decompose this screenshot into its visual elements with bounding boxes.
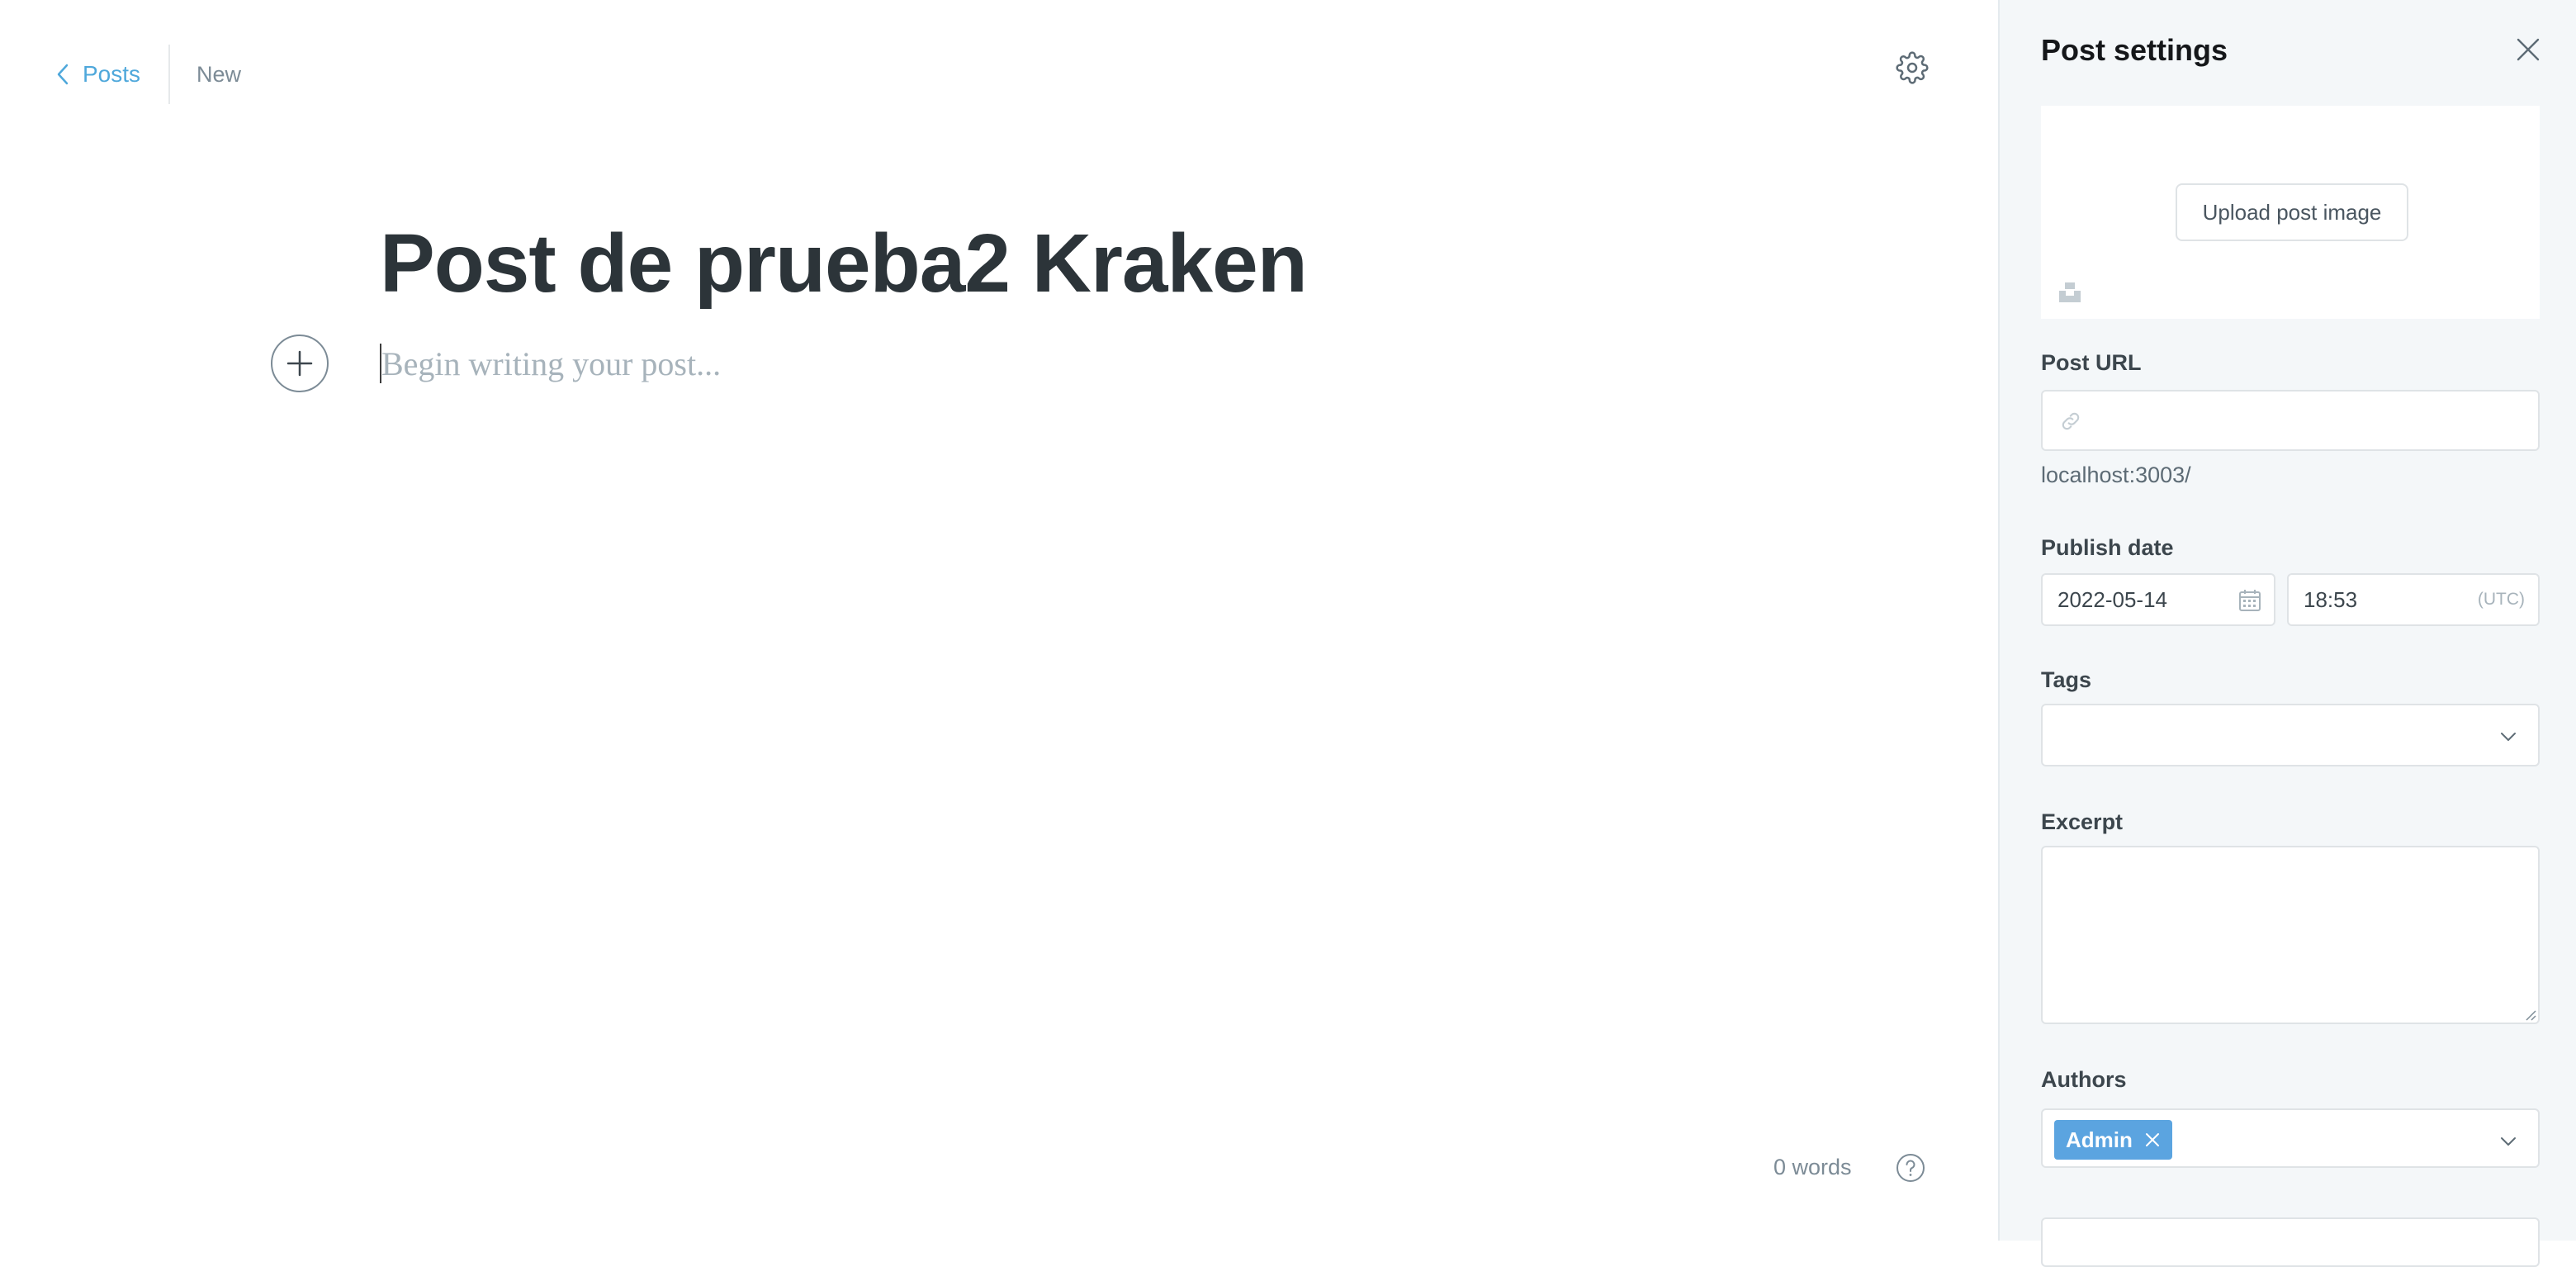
publish-date-value: 2022-05-14 bbox=[2057, 587, 2167, 612]
unsplash-icon[interactable] bbox=[2057, 279, 2082, 304]
help-icon bbox=[1896, 1153, 1925, 1183]
link-icon bbox=[2059, 410, 2082, 433]
resize-handle-icon[interactable] bbox=[2523, 1008, 2536, 1021]
post-body-editor[interactable]: Begin writing your post... bbox=[380, 340, 721, 387]
next-settings-field[interactable] bbox=[2041, 1217, 2540, 1267]
back-to-posts-link[interactable]: Posts bbox=[54, 61, 140, 88]
upload-post-image-button[interactable]: Upload post image bbox=[2176, 183, 2408, 241]
chevron-left-icon bbox=[54, 64, 73, 85]
author-token[interactable]: Admin bbox=[2054, 1120, 2172, 1160]
post-title-input[interactable]: Post de prueba2 Kraken bbox=[380, 216, 1308, 311]
add-card-button[interactable] bbox=[271, 335, 329, 392]
body-placeholder: Begin writing your post... bbox=[381, 344, 722, 382]
post-url-preview: localhost:3003/ bbox=[2041, 463, 2191, 487]
word-count: 0 words bbox=[1773, 1155, 1852, 1179]
authors-label: Authors bbox=[2041, 1067, 2127, 1092]
publish-date-label: Publish date bbox=[2041, 535, 2174, 560]
close-icon bbox=[2515, 36, 2541, 63]
publish-date-field[interactable]: 2022-05-14 bbox=[2041, 573, 2275, 626]
help-button[interactable] bbox=[1896, 1153, 1925, 1183]
plus-icon bbox=[286, 349, 314, 377]
post-status: New bbox=[197, 61, 242, 87]
post-image-uploader: Upload post image bbox=[2041, 106, 2540, 319]
publish-time-field[interactable]: 18:53 (UTC) bbox=[2287, 573, 2540, 626]
panel-title: Post settings bbox=[2041, 33, 2228, 67]
close-settings-button[interactable] bbox=[2515, 36, 2541, 63]
chevron-down-icon bbox=[2498, 1132, 2518, 1151]
excerpt-textarea[interactable] bbox=[2043, 847, 2538, 1023]
excerpt-field[interactable] bbox=[2041, 846, 2540, 1024]
tags-select[interactable] bbox=[2041, 704, 2540, 766]
publish-time-value: 18:53 bbox=[2304, 587, 2358, 612]
calendar-icon[interactable] bbox=[2237, 588, 2262, 613]
remove-author-icon[interactable] bbox=[2144, 1132, 2161, 1148]
editor-area: Posts New Post de prueba2 Kraken Begin w… bbox=[0, 0, 1998, 1241]
authors-select[interactable]: Admin bbox=[2041, 1108, 2540, 1168]
timezone-label: (UTC) bbox=[2477, 590, 2525, 609]
author-token-label: Admin bbox=[2066, 1127, 2133, 1152]
post-url-label: Post URL bbox=[2041, 350, 2142, 375]
settings-toggle-button[interactable] bbox=[1896, 51, 1929, 84]
back-link-label: Posts bbox=[83, 61, 141, 87]
breadcrumb-divider bbox=[168, 45, 171, 104]
chevron-down-icon bbox=[2498, 727, 2518, 747]
post-url-field[interactable] bbox=[2041, 390, 2540, 451]
tags-label: Tags bbox=[2041, 667, 2092, 692]
post-settings-panel: Post settings Upload post image Post URL… bbox=[1998, 0, 2576, 1267]
post-url-input[interactable] bbox=[2092, 391, 2525, 451]
breadcrumb: Posts New bbox=[54, 45, 242, 104]
excerpt-label: Excerpt bbox=[2041, 809, 2124, 834]
gear-icon bbox=[1896, 51, 1929, 84]
